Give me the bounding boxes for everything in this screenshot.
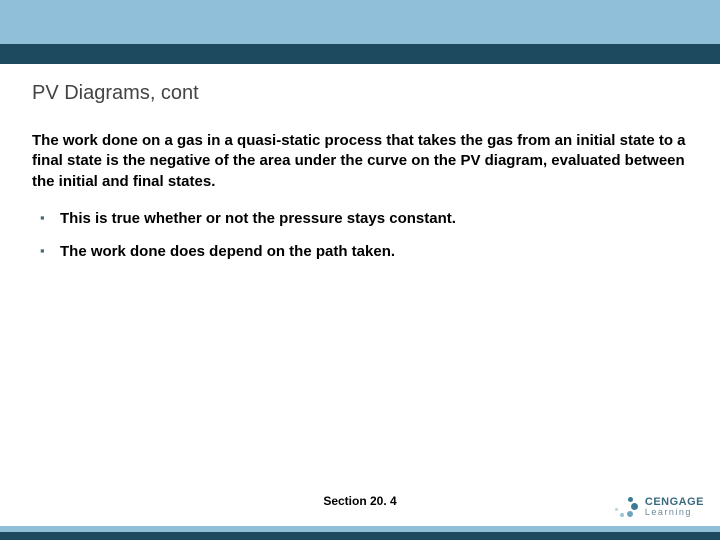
header-band xyxy=(0,0,720,64)
page-title: PV Diagrams, cont xyxy=(32,82,688,105)
list-item: The work done does depend on the path ta… xyxy=(60,243,688,260)
content-area: PV Diagrams, cont The work done on a gas… xyxy=(0,64,720,260)
footer-dark-bar xyxy=(0,532,720,540)
body-paragraph: The work done on a gas in a quasi-static… xyxy=(32,131,688,192)
cengage-logo: CENGAGE Learning xyxy=(613,494,704,520)
list-item: This is true whether or not the pressure… xyxy=(60,210,688,227)
bullet-list: This is true whether or not the pressure… xyxy=(32,210,688,260)
logo-mark-icon xyxy=(613,494,639,520)
footer: Section 20. 4 CENGAGE Learning xyxy=(0,484,720,540)
header-light-bar xyxy=(0,0,720,44)
logo-sub: Learning xyxy=(645,508,704,517)
logo-text: CENGAGE Learning xyxy=(645,497,704,517)
header-dark-bar xyxy=(0,44,720,64)
